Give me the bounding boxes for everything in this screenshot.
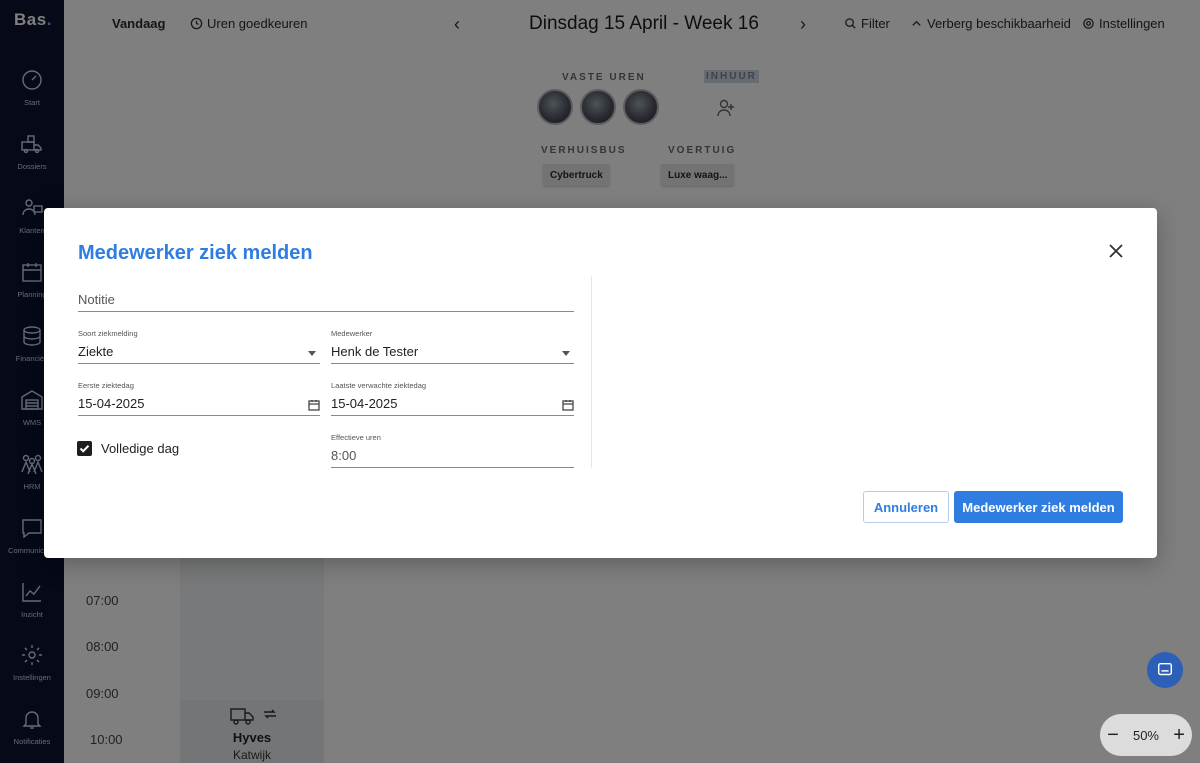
note-placeholder: Notitie (78, 292, 115, 307)
calendar-icon[interactable] (562, 398, 574, 411)
first-sick-day-label: Eerste ziektedag (78, 381, 134, 390)
sick-type-select[interactable]: Ziekte (78, 342, 320, 364)
sick-report-modal: Medewerker ziek melden Notitie Soort zie… (44, 208, 1157, 558)
full-day-label[interactable]: Volledige dag (101, 441, 179, 456)
note-field[interactable]: Notitie (78, 290, 574, 312)
close-button[interactable] (1107, 242, 1125, 260)
effective-hours-value: 8:00 (331, 448, 357, 463)
cancel-button[interactable]: Annuleren (863, 491, 949, 523)
last-sick-day-input[interactable]: 15-04-2025 (331, 394, 574, 416)
chevron-down-icon (308, 351, 316, 356)
chat-icon (1157, 662, 1173, 676)
close-icon (1109, 244, 1123, 258)
full-day-checkbox[interactable] (77, 441, 92, 456)
modal-title: Medewerker ziek melden (78, 242, 313, 264)
column-divider (591, 276, 592, 468)
zoom-control: − 50% + (1100, 714, 1192, 756)
calendar-icon[interactable] (308, 398, 320, 411)
effective-hours-label: Effectieve uren (331, 433, 381, 442)
submit-sick-report-button[interactable]: Medewerker ziek melden (954, 491, 1123, 523)
employee-value: Henk de Tester (331, 344, 419, 359)
employee-select[interactable]: Henk de Tester (331, 342, 574, 364)
support-chat-button[interactable] (1147, 652, 1183, 688)
chevron-down-icon (562, 351, 570, 356)
zoom-in-button[interactable]: + (1173, 724, 1185, 747)
employee-label: Medewerker (331, 329, 373, 338)
last-sick-day-label: Laatste verwachte ziektedag (331, 381, 427, 390)
first-sick-day-value: 15-04-2025 (78, 396, 145, 411)
zoom-level: 50% (1132, 727, 1159, 743)
zoom-out-button[interactable]: − (1107, 724, 1119, 747)
effective-hours-input[interactable]: 8:00 (331, 446, 574, 468)
last-sick-day-value: 15-04-2025 (331, 396, 398, 411)
sick-type-value: Ziekte (78, 344, 114, 359)
checkmark-icon (79, 445, 90, 453)
sick-type-label: Soort ziekmelding (78, 329, 138, 338)
first-sick-day-input[interactable]: 15-04-2025 (78, 394, 320, 416)
